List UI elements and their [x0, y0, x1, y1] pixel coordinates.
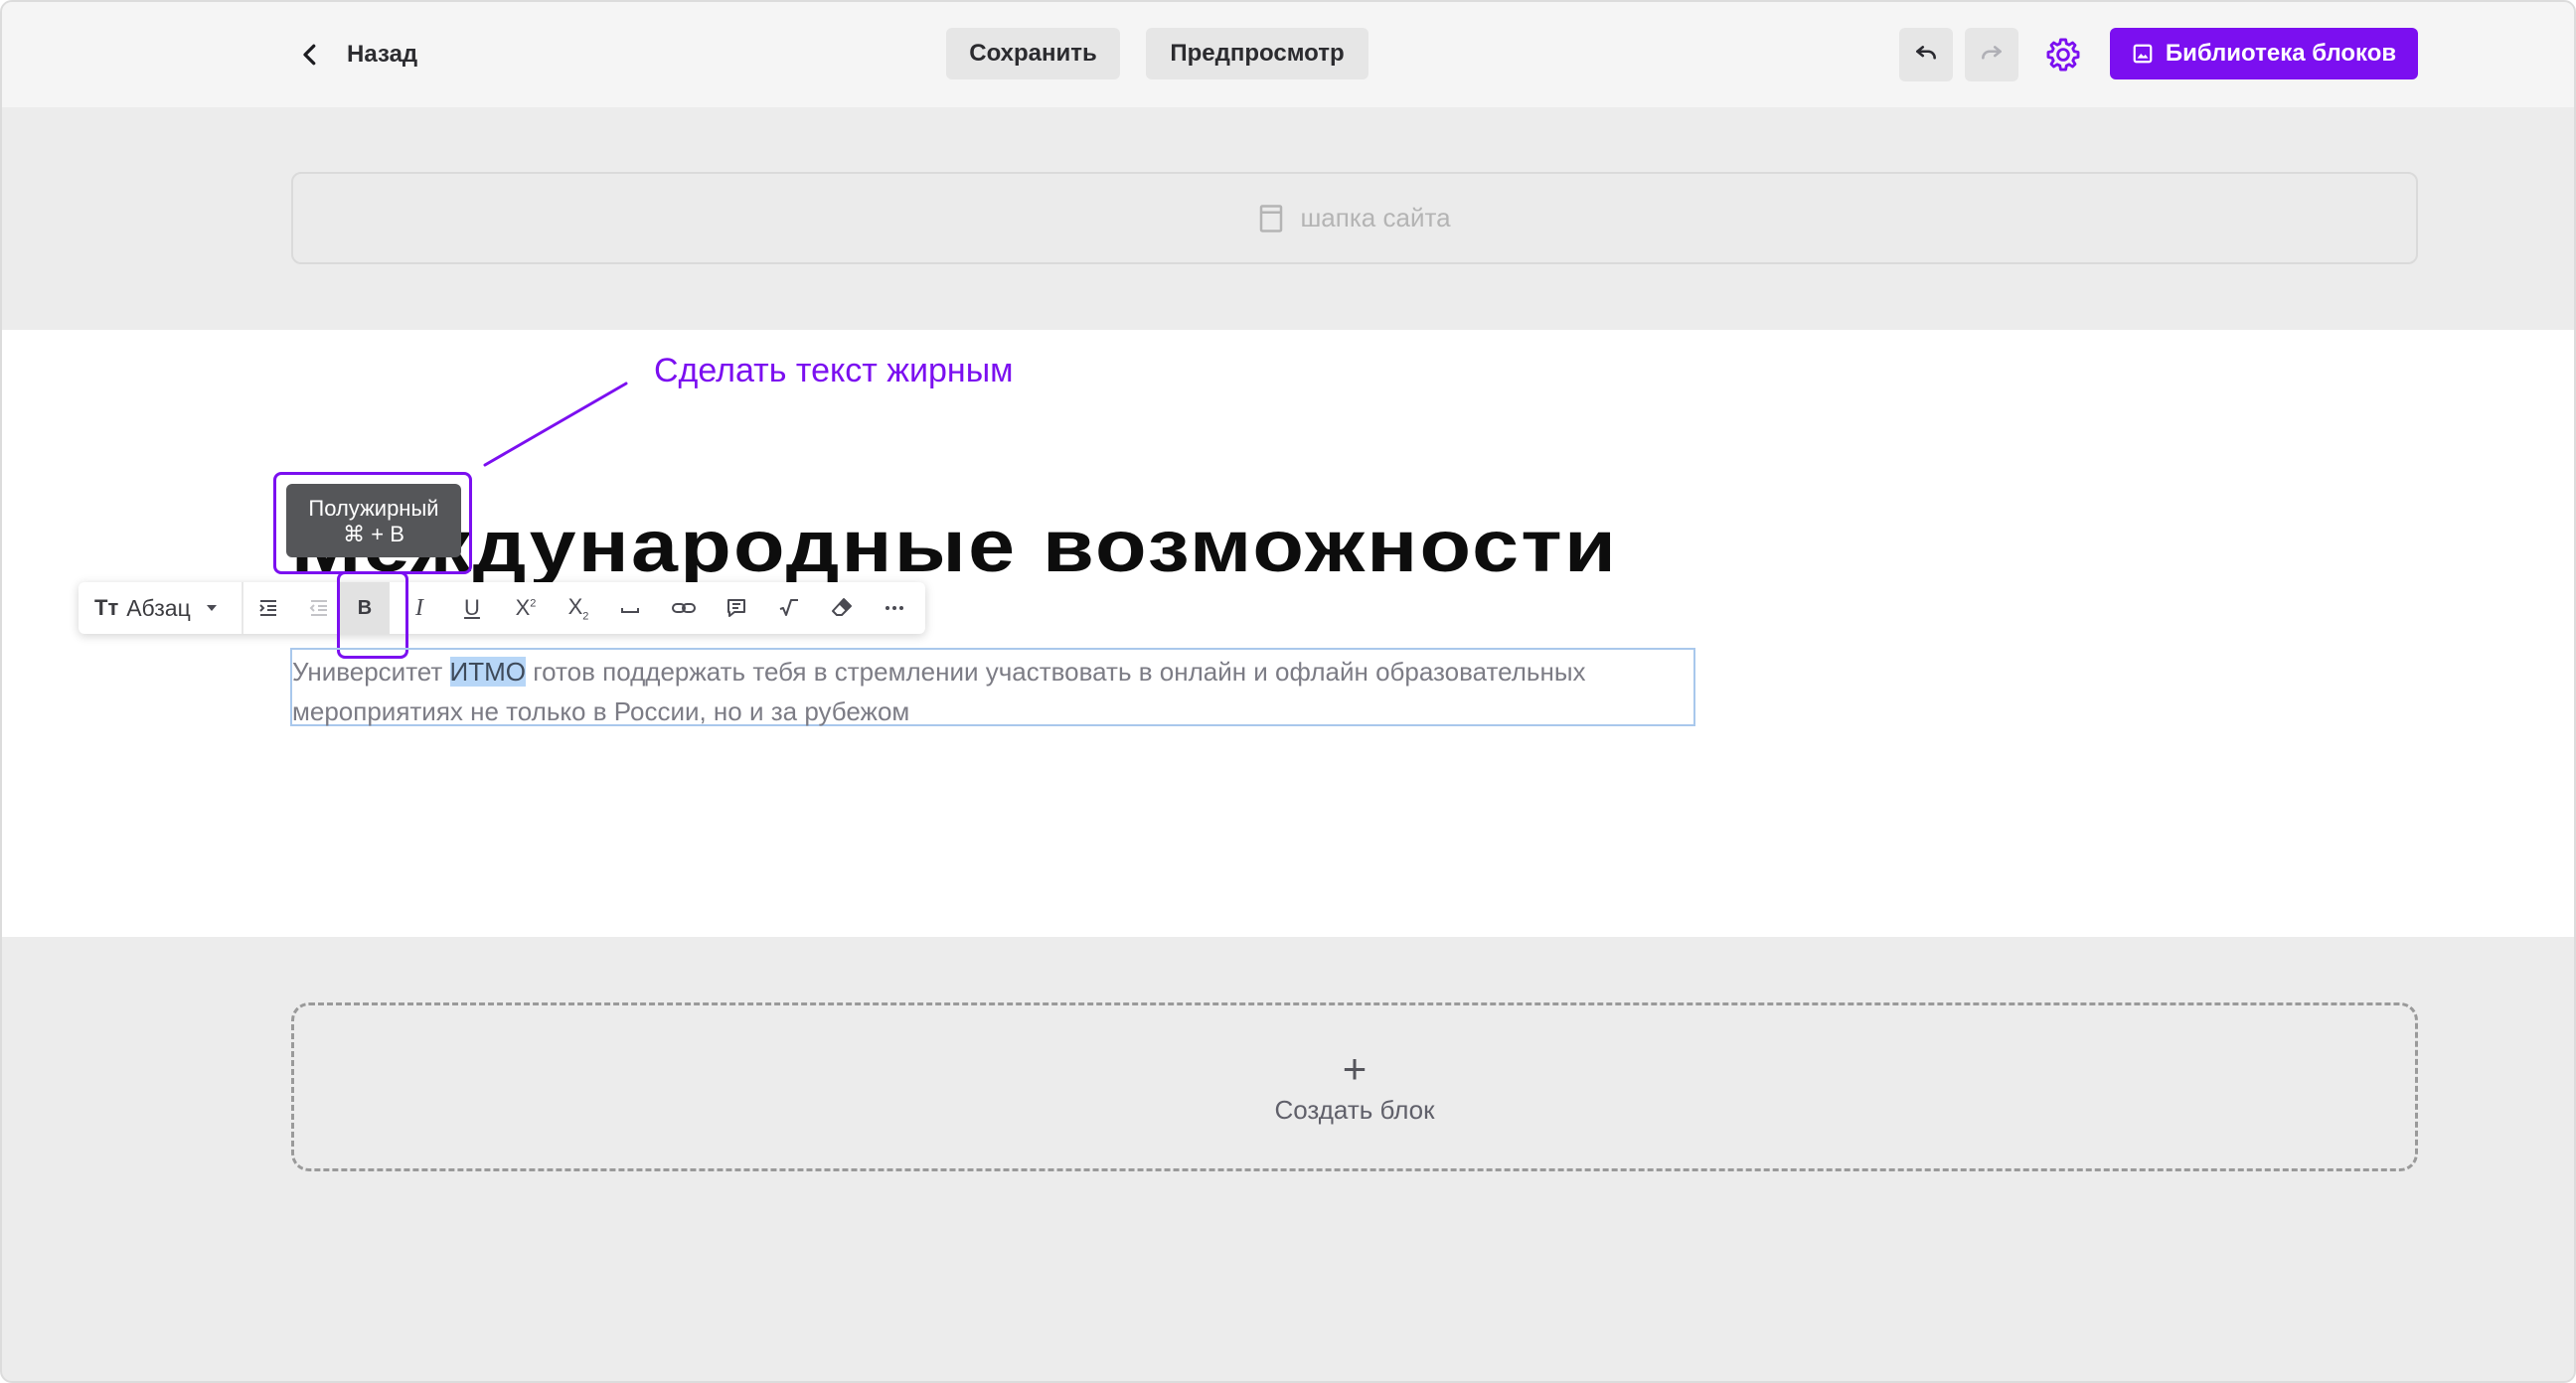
comment-button[interactable]: [712, 582, 761, 634]
non-breaking-space-button[interactable]: [605, 582, 655, 634]
space-icon: [621, 608, 639, 613]
underline-button[interactable]: U: [447, 582, 497, 634]
link-button[interactable]: [659, 582, 709, 634]
square-root-icon: [779, 599, 798, 616]
paragraph-style-label: Абзац: [126, 594, 191, 621]
tooltip-highlight-frame: [273, 472, 472, 574]
subscript-icon: X2: [567, 593, 589, 623]
save-button[interactable]: Сохранить: [946, 28, 1120, 79]
settings-button[interactable]: [2040, 32, 2086, 77]
site-header-label: шапка сайта: [1300, 203, 1451, 232]
create-block-label: Создать блок: [1274, 1094, 1435, 1125]
redo-icon: [1982, 46, 2002, 60]
text-style-icon: Tт: [94, 595, 119, 620]
top-bar: Назад Сохранить Предпросмотр Библиотека …: [2, 2, 2574, 107]
annotation-pointer-line: [483, 382, 628, 467]
formula-button[interactable]: [764, 582, 814, 634]
formatting-toolbar: Tт Абзац B I U X2 X2: [79, 582, 925, 634]
annotation-text: Сделать текст жирным: [654, 352, 1014, 389]
back-button[interactable]: Назад: [295, 32, 417, 77]
undo-button[interactable]: [1899, 28, 1953, 81]
site-header-placeholder[interactable]: шапка сайта: [291, 172, 2418, 264]
image-icon: [2133, 44, 2153, 64]
paragraph-style-select[interactable]: Tт Абзац: [79, 582, 242, 634]
clear-formatting-button[interactable]: [817, 582, 867, 634]
preview-button[interactable]: Предпросмотр: [1146, 28, 1368, 79]
chevron-left-icon: [303, 44, 316, 66]
italic-icon: I: [415, 594, 423, 621]
create-block-button[interactable]: + Создать блок: [291, 1002, 2418, 1171]
outdent-icon: [309, 600, 327, 616]
indent-button[interactable]: [243, 582, 293, 634]
paragraph-text-block[interactable]: Университет ИТМО готов поддержать тебя в…: [290, 648, 1695, 726]
editor-window: Назад Сохранить Предпросмотр Библиотека …: [0, 0, 2576, 1383]
back-label: Назад: [347, 41, 418, 68]
subscript-button[interactable]: X2: [554, 582, 603, 634]
superscript-button[interactable]: X2: [501, 582, 551, 634]
selected-text[interactable]: ИТМО: [449, 657, 526, 687]
comment-icon: [727, 599, 745, 617]
block-library-label: Библиотека блоков: [2165, 40, 2397, 67]
eraser-icon: [832, 598, 852, 616]
paragraph-text-before: Университет: [292, 657, 450, 687]
more-button[interactable]: [870, 582, 919, 634]
caret-down-icon: [206, 605, 217, 611]
bold-highlight-frame: [337, 571, 408, 659]
plus-icon: +: [1342, 1044, 1368, 1092]
more-horizontal-icon: [886, 606, 903, 610]
block-library-button[interactable]: Библиотека блоков: [2110, 28, 2418, 79]
undo-icon: [1916, 46, 1936, 60]
gear-icon: [2046, 38, 2080, 72]
page-icon: [1260, 204, 1283, 232]
redo-button[interactable]: [1965, 28, 2018, 81]
indent-icon: [259, 600, 276, 616]
superscript-icon: X2: [515, 595, 537, 620]
underline-icon: U: [464, 595, 480, 620]
page-heading[interactable]: Международные возможности: [291, 504, 1618, 588]
link-icon: [672, 603, 696, 613]
